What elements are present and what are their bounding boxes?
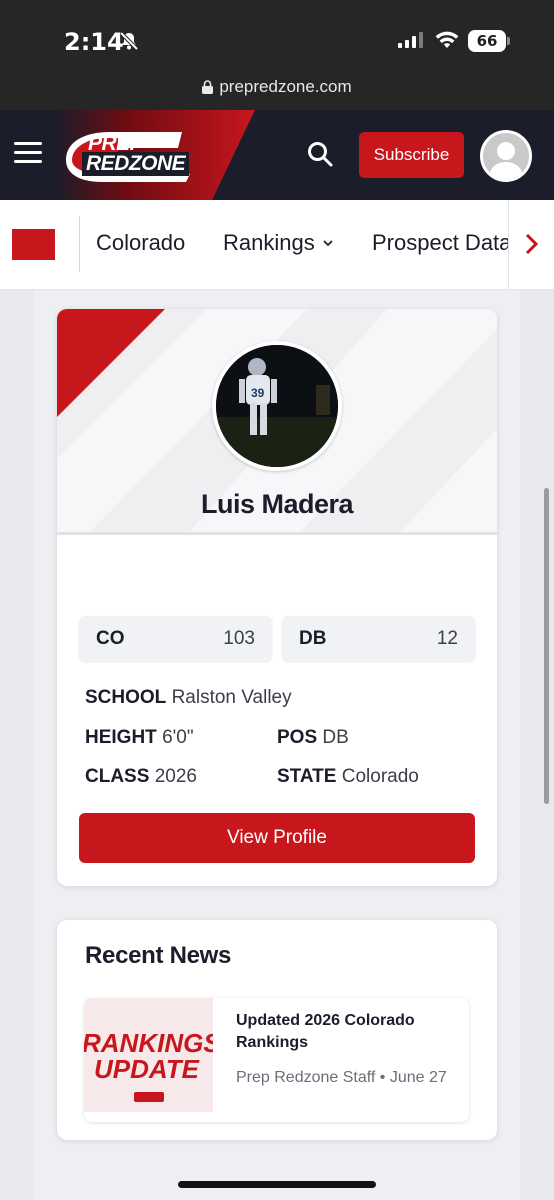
school-label: SCHOOL [85, 687, 167, 708]
school-value: Ralston Valley [171, 687, 292, 708]
class-label: CLASS [85, 766, 150, 787]
height-info: HEIGHT 6'0" [85, 727, 194, 749]
news-thumbnail: RANKINGS UPDATE [84, 998, 213, 1112]
thumbnail-logo-mark [134, 1092, 164, 1102]
subscribe-button[interactable]: Subscribe [359, 132, 464, 178]
cellular-signal-icon [398, 32, 424, 53]
prep-redzone-logo[interactable]: PREP REDZONE [62, 130, 202, 184]
state-rank-box: CO 103 [79, 616, 272, 661]
recent-news-card: Recent News RANKINGS UPDATE Updated 2026… [57, 920, 497, 1140]
status-time: 2:14 [64, 28, 124, 56]
player-name: Luis Madera [200, 489, 354, 519]
news-headline[interactable]: Updated 2026 Colorado Rankings [236, 1010, 456, 1054]
state-value: Colorado [341, 766, 419, 787]
thumbnail-text-line2: UPDATE [94, 1054, 199, 1084]
state-rank-value: 103 [223, 628, 255, 649]
bell-muted-icon [118, 30, 140, 57]
user-silhouette-icon [489, 142, 523, 179]
jersey-number: 39 [251, 386, 265, 400]
nav-item-prospect-data[interactable]: Prospect Data [372, 230, 511, 256]
player-card-header: 39 Luis Madera [57, 309, 497, 535]
news-item[interactable]: RANKINGS UPDATE Updated 2026 Colorado Ra… [84, 998, 469, 1122]
player-card: 39 Luis Madera CO 103 DB 12 SCHOOL Ralst… [57, 309, 497, 886]
chevron-down-icon [323, 240, 333, 247]
lock-icon [202, 72, 214, 106]
chevron-right-icon [525, 233, 539, 255]
status-bar: 2:14 66 [0, 0, 554, 70]
position-rank-value: 12 [436, 628, 458, 649]
class-value: 2026 [154, 766, 197, 787]
school-info: SCHOOL Ralston Valley [85, 687, 292, 709]
nav-scroll-right-button[interactable] [508, 200, 554, 289]
colorado-state-icon[interactable] [12, 229, 55, 260]
state-label: STATE [277, 766, 337, 787]
url-text: prepredzone.com [219, 77, 352, 96]
nav-item-rankings-label: Rankings [223, 230, 315, 255]
nav-divider [79, 216, 80, 272]
state-rank-label: CO [96, 628, 125, 649]
page-scrollbar[interactable] [544, 488, 549, 804]
player-photo: 39 [212, 341, 342, 471]
nav-item-rankings[interactable]: Rankings [223, 230, 333, 256]
site-header: PREP REDZONE Subscribe [0, 110, 554, 200]
position-rank-box: DB 12 [282, 616, 475, 661]
position-label: POS [277, 727, 318, 748]
position-info: POS DB [277, 727, 349, 749]
wifi-icon [434, 30, 460, 55]
home-indicator[interactable] [178, 1181, 376, 1188]
recent-news-title: Recent News [85, 942, 232, 969]
hamburger-menu-icon[interactable] [14, 142, 42, 166]
nav-item-colorado[interactable]: Colorado [96, 230, 185, 256]
address-bar[interactable]: prepredzone.com [0, 70, 554, 110]
search-icon[interactable] [306, 140, 334, 168]
logo-text-redzone: REDZONE [82, 152, 190, 176]
user-avatar[interactable] [480, 130, 532, 182]
news-meta: Prep Redzone Staff • June 27 [236, 1069, 447, 1086]
battery-indicator: 66 [468, 30, 506, 52]
state-nav-bar: Colorado Rankings Prospect Data [0, 200, 554, 290]
state-info: STATE Colorado [277, 766, 419, 788]
battery-nub [507, 37, 510, 45]
position-value: DB [322, 727, 349, 748]
view-profile-button[interactable]: View Profile [79, 813, 475, 863]
class-info: CLASS 2026 [85, 766, 197, 788]
height-value: 6'0" [162, 727, 194, 748]
height-label: HEIGHT [85, 727, 157, 748]
position-rank-label: DB [299, 628, 327, 649]
